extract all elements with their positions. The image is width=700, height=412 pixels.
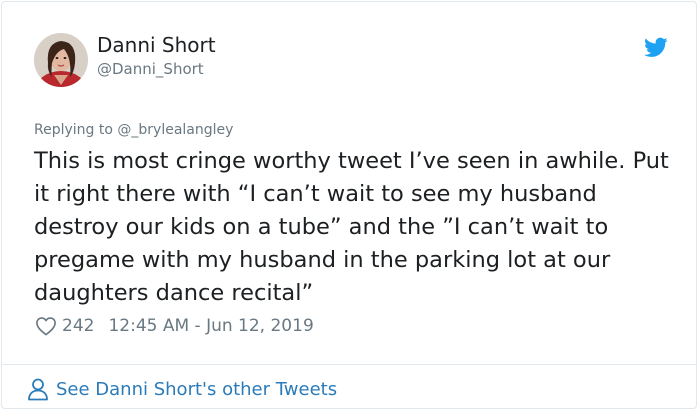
person-icon: [28, 378, 48, 401]
heart-icon[interactable]: [35, 316, 57, 336]
replying-to-line: Replying to @_brylealangley: [34, 122, 233, 138]
author-name[interactable]: Danni Short: [97, 33, 216, 57]
tweet-text: This is most cringe worthy tweet I’ve se…: [34, 148, 669, 306]
reply-mention-link[interactable]: @_brylealangley: [117, 122, 233, 138]
replying-to-label: Replying to: [34, 122, 113, 138]
like-count[interactable]: 242: [62, 316, 94, 336]
author-handle[interactable]: @Danni_Short: [97, 60, 204, 78]
see-other-tweets-label[interactable]: See Danni Short's other Tweets: [56, 379, 337, 400]
tweet-meta: 242 12:45 AM - Jun 12, 2019: [35, 315, 314, 337]
twitter-bird-icon[interactable]: [643, 35, 669, 59]
avatar[interactable]: [34, 33, 88, 87]
avatar-photo: [34, 33, 88, 87]
divider: [2, 364, 696, 365]
embedded-tweet-card: Danni Short @Danni_Short Replying to @_b…: [1, 1, 697, 409]
tweet-timestamp[interactable]: 12:45 AM - Jun 12, 2019: [108, 316, 313, 336]
see-other-tweets-link[interactable]: See Danni Short's other Tweets: [27, 376, 337, 402]
